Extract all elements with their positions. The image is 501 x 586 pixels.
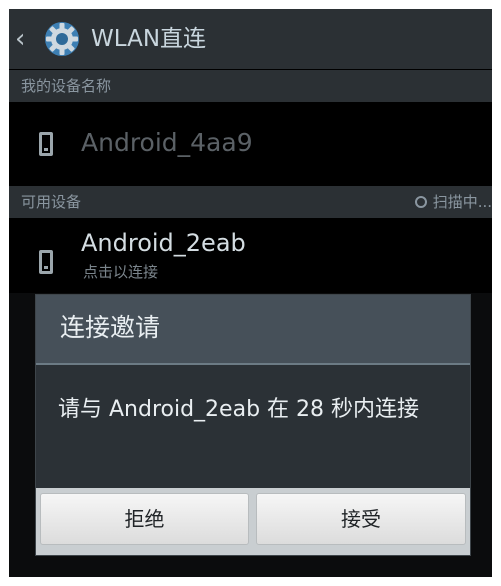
available-devices-section-header: 可用设备 扫描中... [9,186,492,218]
available-device-item[interactable]: Android_2eab 点击以连接 [9,218,492,293]
available-device-subtitle: 点击以连接 [83,263,159,281]
action-bar: ‹ WLAN直连 [9,9,492,69]
scan-status-label: 扫描中... [432,193,492,211]
back-chevron-icon[interactable]: ‹ [15,22,37,56]
phone-icon [39,250,53,274]
dialog-message: 请与 Android_2eab 在 28 秒内连接 [58,397,420,422]
scan-progress-icon [414,196,427,208]
available-devices-label: 可用设备 [21,193,82,211]
scan-status: 扫描中... [414,186,492,218]
connection-invite-dialog: 连接邀请 请与 Android_2eab 在 28 秒内连接 拒绝 接受 [35,294,471,556]
gear-icon[interactable] [43,20,81,58]
dialog-button-bar: 拒绝 接受 [36,488,470,555]
dialog-title: 连接邀请 [60,313,161,342]
accept-button[interactable]: 接受 [256,493,466,545]
my-device-name: Android_4aa9 [81,128,253,157]
phone-icon [39,132,53,156]
my-device-section-header: 我的设备名称 [9,70,492,102]
reject-button[interactable]: 拒绝 [40,493,249,545]
my-device-header-label: 我的设备名称 [21,77,112,95]
wifi-direct-screen: ‹ WLAN直连 我的设备名称 Android_4aa9 可用设备 扫描中... [9,9,492,577]
dialog-title-bar: 连接邀请 [36,295,470,365]
my-device-row[interactable]: Android_4aa9 [9,102,492,186]
available-device-name: Android_2eab [81,229,246,257]
screen-title: WLAN直连 [91,26,207,52]
